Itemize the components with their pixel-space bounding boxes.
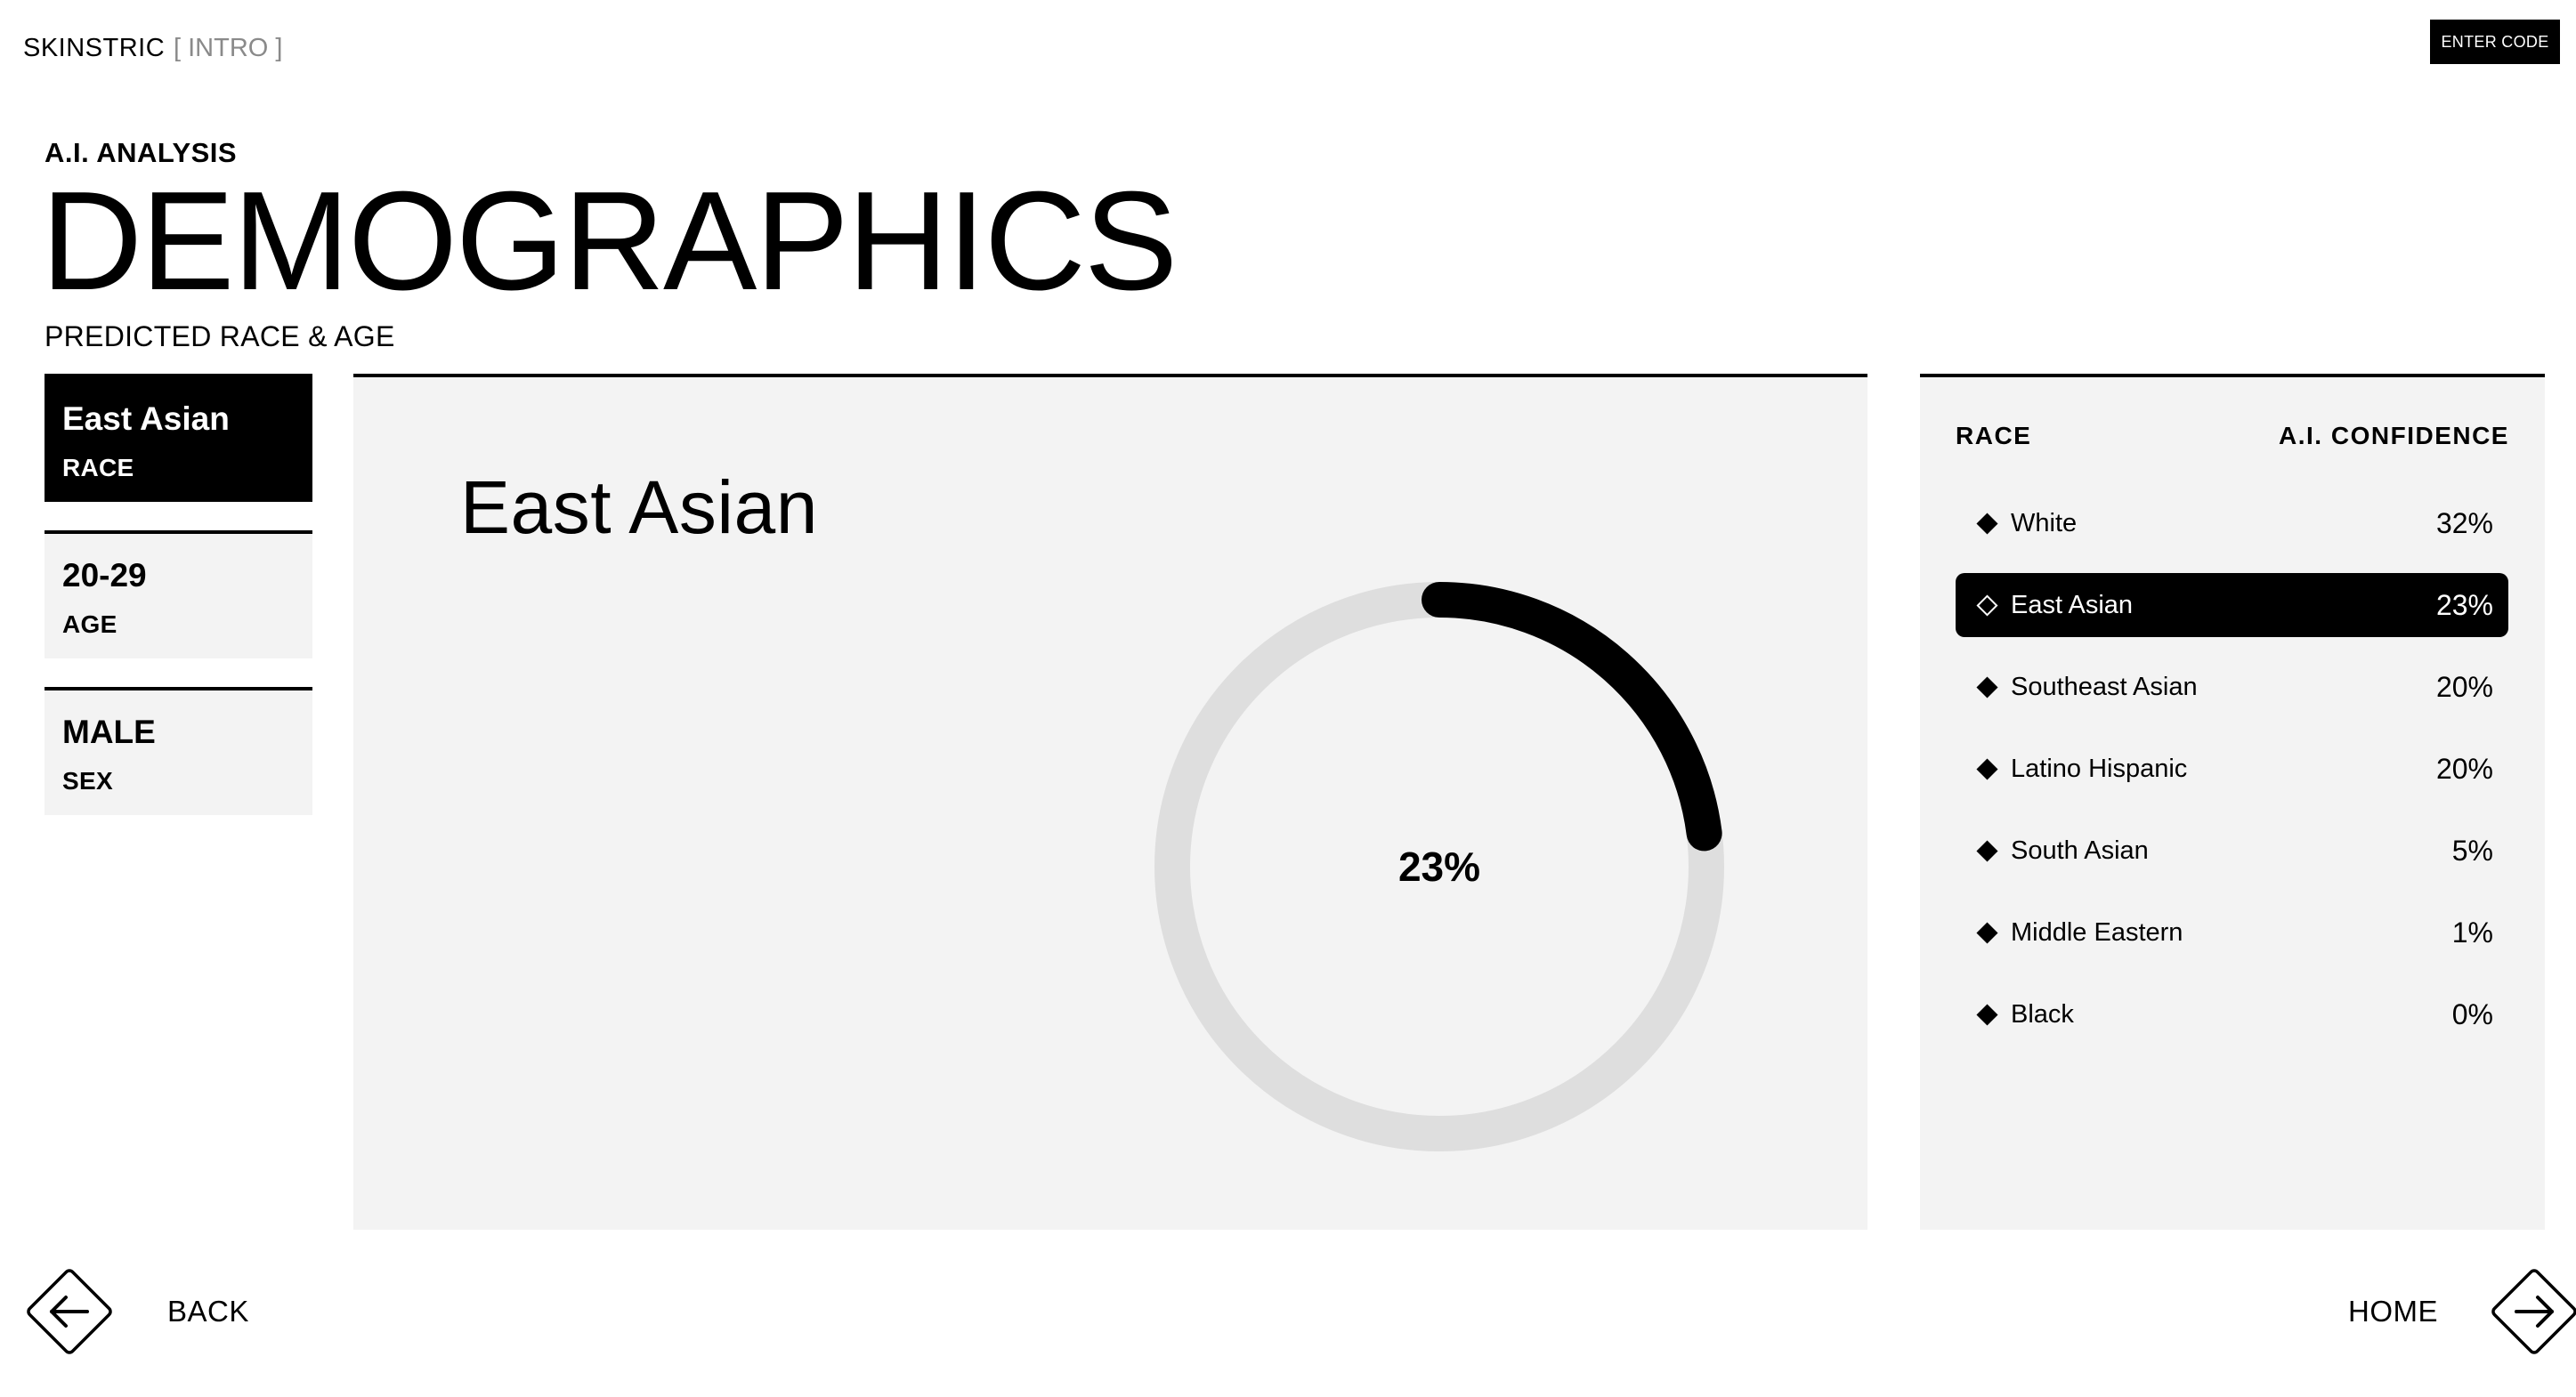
detail-panel: East Asian 23%	[353, 374, 1867, 1230]
tile-sex-value: MALE	[62, 714, 156, 750]
diamond-icon	[1975, 921, 1998, 944]
arrow-right-icon	[2491, 1269, 2576, 1354]
diamond-icon	[1975, 839, 1998, 862]
diamond-icon	[1975, 675, 1998, 698]
diamond-icon	[1975, 757, 1998, 780]
confidence-column-header: A.I. CONFIDENCE	[2279, 422, 2509, 449]
race-row-south-asian[interactable]: South Asian 5%	[1956, 819, 2508, 883]
diamond-icon	[1975, 1003, 1998, 1026]
brand-logo[interactable]: SKINSTRIC	[23, 34, 165, 63]
race-confidence: 1%	[2451, 916, 2493, 949]
race-confidence: 5%	[2451, 834, 2493, 867]
race-name: White	[2011, 508, 2078, 537]
donut-percent-label: 23%	[1398, 844, 1480, 890]
confidence-panel: RACE A.I. CONFIDENCE White 32% East Asia…	[1920, 374, 2545, 1230]
race-name: East Asian	[2011, 590, 2134, 619]
donut-progress-arc	[1422, 582, 1722, 852]
tile-age-value: 20-29	[62, 557, 147, 594]
race-row-latino-hispanic[interactable]: Latino Hispanic 20%	[1956, 737, 2508, 801]
tile-race-label: RACE	[62, 454, 134, 481]
tile-sex[interactable]: MALE SEX	[45, 687, 312, 815]
diamond-outline-icon	[1975, 594, 1998, 617]
race-row-white[interactable]: White 32%	[1956, 491, 2508, 555]
race-confidence: 32%	[2435, 506, 2493, 539]
tile-race[interactable]: East Asian RACE	[45, 374, 312, 502]
arrow-left-icon	[27, 1269, 112, 1354]
race-confidence: 0%	[2451, 997, 2493, 1030]
race-column-header: RACE	[1956, 422, 2032, 449]
race-row-black[interactable]: Black 0%	[1956, 982, 2508, 1046]
detail-title: East Asian	[460, 465, 818, 549]
back-label: BACK	[167, 1295, 249, 1328]
confidence-donut: 23%	[1154, 582, 1724, 1151]
diamond-icon	[1975, 512, 1998, 535]
home-label: HOME	[2348, 1295, 2438, 1328]
section-indicator: [ INTRO ]	[174, 34, 283, 62]
tile-race-value: East Asian	[62, 400, 230, 437]
race-row-southeast-asian[interactable]: Southeast Asian 20%	[1956, 655, 2508, 719]
race-name: Latino Hispanic	[2011, 754, 2188, 783]
enter-code-button[interactable]: ENTER CODE	[2430, 20, 2560, 64]
race-confidence: 23%	[2435, 588, 2493, 621]
race-confidence: 20%	[2435, 670, 2493, 703]
race-row-middle-eastern[interactable]: Middle Eastern 1%	[1956, 900, 2508, 965]
tile-age[interactable]: 20-29 AGE	[45, 530, 312, 658]
tile-age-label: AGE	[62, 610, 117, 638]
page-subtitle: PREDICTED RACE & AGE	[45, 320, 395, 352]
race-name: Black	[2011, 999, 2074, 1029]
race-row-east-asian[interactable]: East Asian 23%	[1956, 573, 2508, 637]
race-name: Middle Eastern	[2011, 917, 2183, 947]
home-button[interactable]: HOME	[2348, 1262, 2576, 1361]
race-name: South Asian	[2011, 836, 2149, 865]
page-title: DEMOGRAPHICS	[41, 163, 1178, 319]
back-button[interactable]: BACK	[20, 1262, 249, 1361]
race-confidence: 20%	[2435, 752, 2493, 785]
race-name: Southeast Asian	[2011, 672, 2198, 701]
tile-sex-label: SEX	[62, 767, 113, 795]
